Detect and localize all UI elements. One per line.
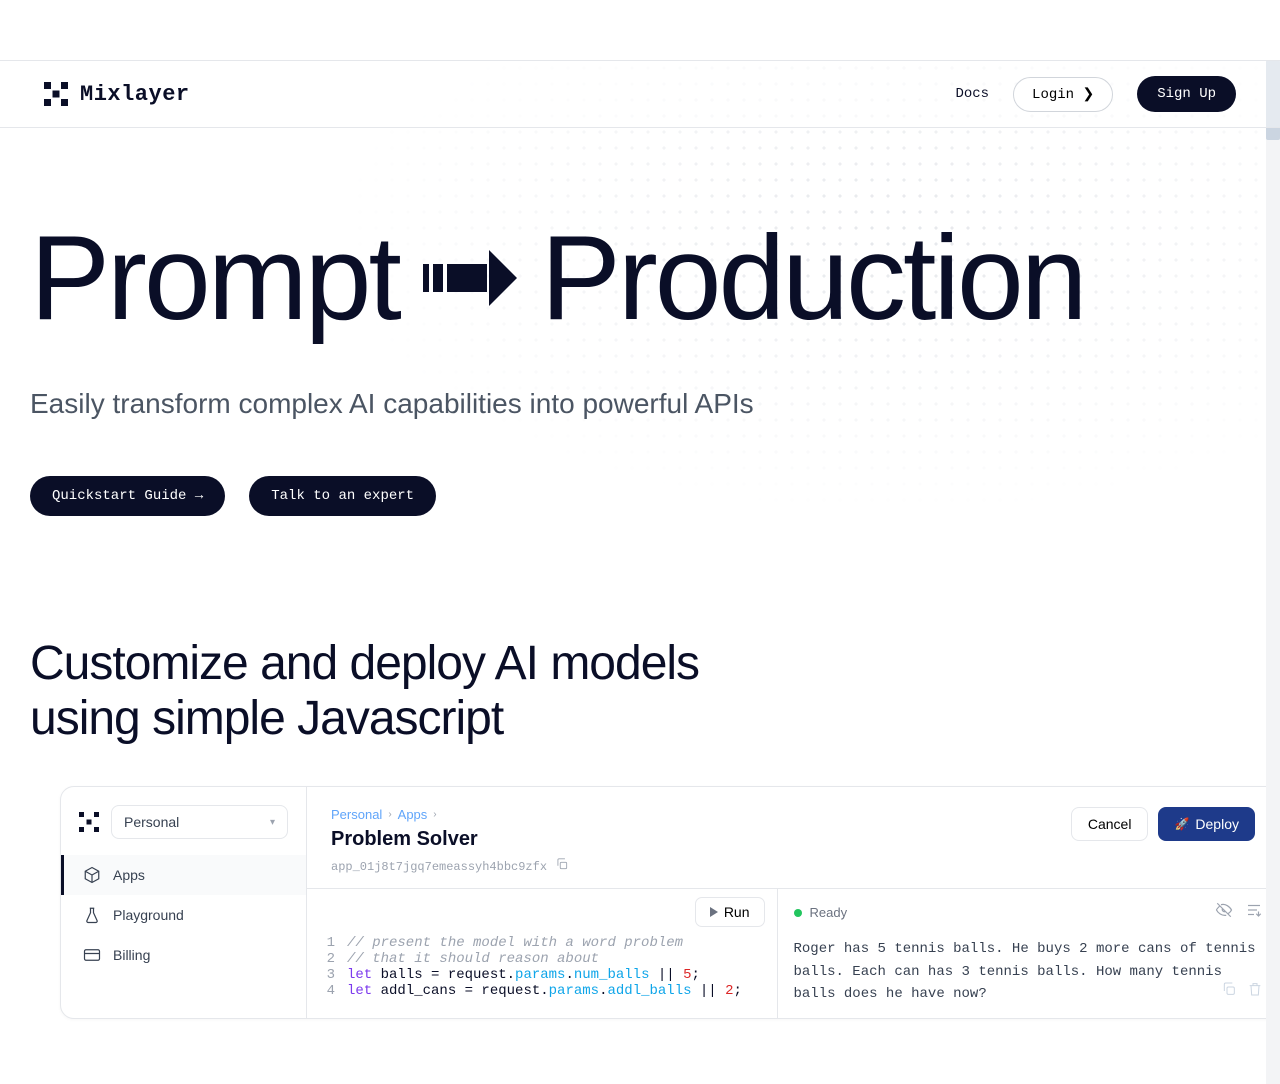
card-icon [83,946,101,964]
sidebar-item-playground[interactable]: Playground [61,895,306,935]
rocket-icon: 🚀 [1174,817,1189,831]
copy-icon[interactable] [555,857,569,876]
sidebar-item-label: Apps [113,867,145,883]
sidebar-item-billing[interactable]: Billing [61,935,306,975]
copy-output-icon[interactable] [1221,981,1237,1005]
section-heading: Customize and deploy AI models using sim… [0,556,1280,786]
console-sidebar: Personal ▾ Apps Playground Billing [61,787,307,1017]
chevron-right-icon: › [433,809,436,820]
deploy-button[interactable]: 🚀 Deploy [1158,807,1255,841]
code-editor[interactable]: Run 1// present the model with a word pr… [307,889,777,1017]
sidebar-item-apps[interactable]: Apps [61,855,306,895]
logo[interactable]: Mixlayer [44,82,190,107]
chevron-right-icon: › [388,809,391,820]
hero-title: Prompt Production [30,218,1250,338]
talk-expert-button[interactable]: Talk to an expert [249,476,436,516]
navbar: Mixlayer Docs Login ❯ Sign Up [0,60,1280,128]
app-title: Problem Solver [331,828,569,851]
brand-name: Mixlayer [80,82,190,107]
status-dot-icon [794,909,802,917]
workspace-name: Personal [124,814,179,830]
hero-section: Prompt Production Easily transform compl… [0,128,1280,556]
docs-link[interactable]: Docs [955,86,989,102]
cancel-button[interactable]: Cancel [1071,807,1149,841]
hero-subtitle: Easily transform complex AI capabilities… [30,388,1250,420]
sidebar-logo-icon [79,812,99,832]
status-indicator: Ready [794,905,848,920]
run-button[interactable]: Run [695,897,765,927]
sort-icon[interactable] [1245,901,1263,924]
signup-button[interactable]: Sign Up [1137,76,1236,112]
play-icon [710,907,718,917]
chevron-down-icon: ▾ [270,817,275,828]
trash-icon[interactable] [1247,981,1263,1005]
cube-icon [83,866,101,884]
eye-off-icon[interactable] [1215,901,1233,924]
quickstart-button[interactable]: Quickstart Guide → [30,476,225,516]
hero-title-left: Prompt [30,218,399,338]
hero-title-right: Production [541,218,1085,338]
output-text: Roger has 5 tennis balls. He buys 2 more… [794,938,1264,1005]
console-preview: Personal ▾ Apps Playground Billing [60,786,1280,1018]
breadcrumb-root[interactable]: Personal [331,807,382,822]
code-line: 3let balls = request.params.num_balls ||… [319,967,765,983]
output-pane: Ready Roger has 5 tennis balls. He buys … [777,889,1280,1017]
sidebar-item-label: Billing [113,947,150,963]
breadcrumb: Personal › Apps › [331,807,569,822]
arrow-right-icon [423,250,517,306]
code-line: 2// that it should reason about [319,951,765,967]
code-line: 4let addl_cans = request.params.addl_bal… [319,983,765,999]
status-label: Ready [810,905,848,920]
workspace-select[interactable]: Personal ▾ [111,805,288,839]
login-button[interactable]: Login ❯ [1013,77,1113,112]
sidebar-item-label: Playground [113,907,184,923]
flask-icon [83,906,101,924]
breadcrumb-section[interactable]: Apps [398,807,428,822]
code-line: 1// present the model with a word proble… [319,935,765,951]
logo-icon [44,82,68,106]
app-id: app_01j8t7jgq7emeassyh4bbc9zfx [331,860,547,874]
